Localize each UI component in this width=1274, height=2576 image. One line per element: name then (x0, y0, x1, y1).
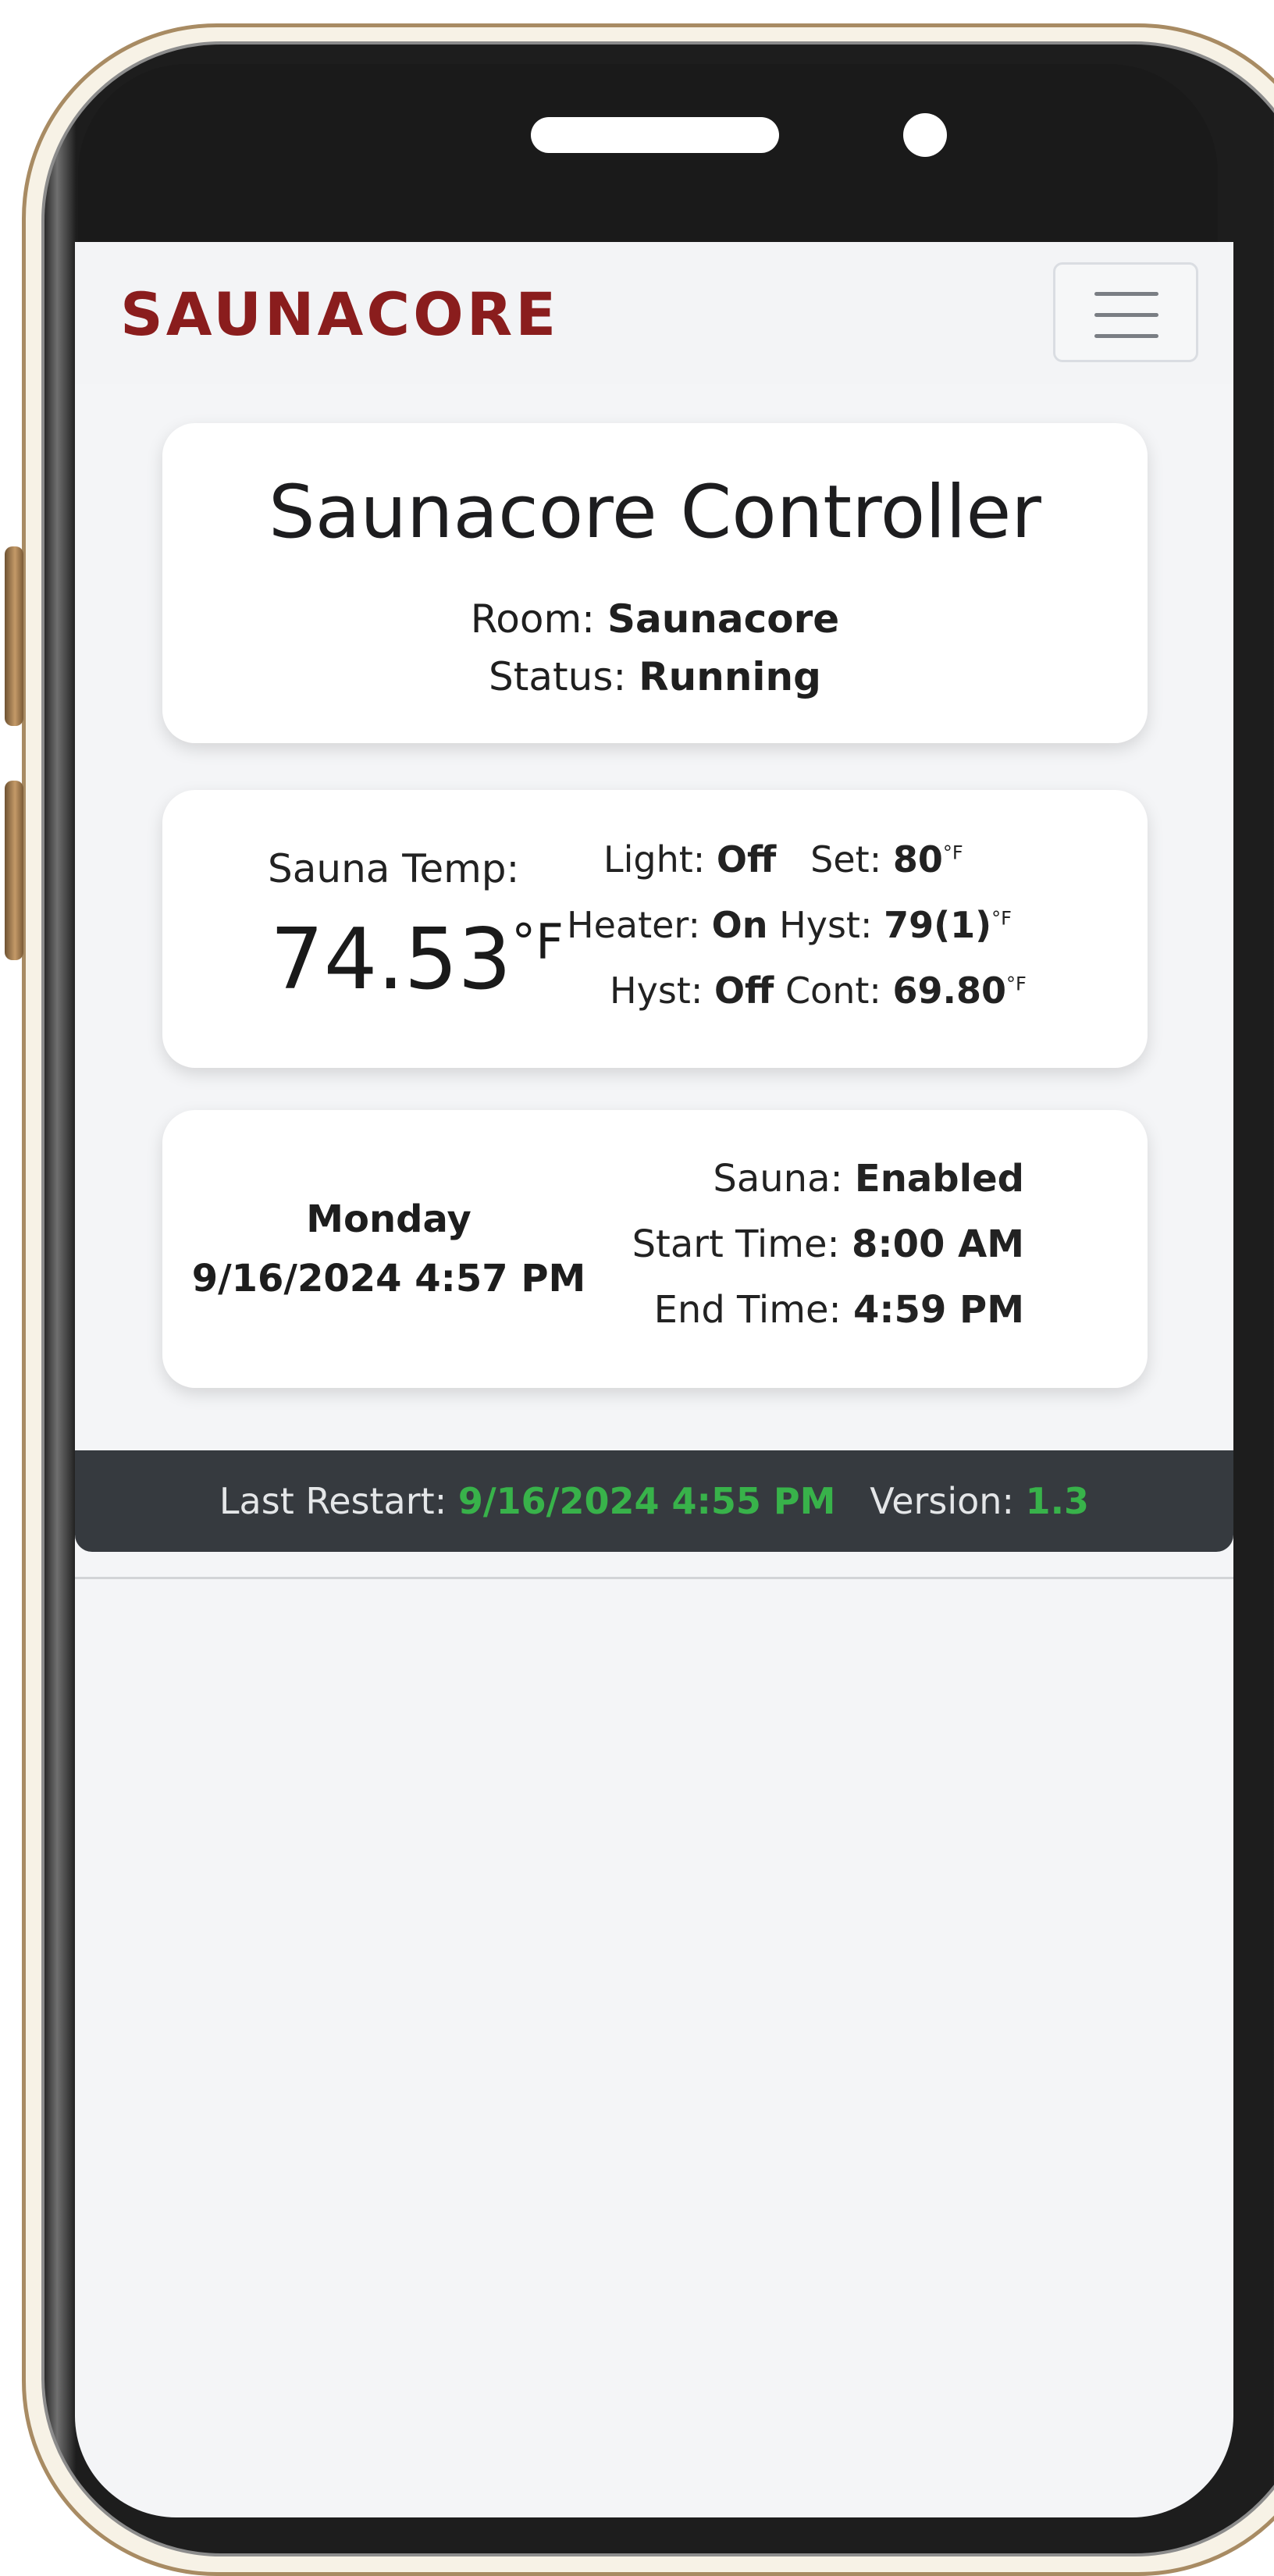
heater-value: On (711, 904, 768, 946)
phone-bezel (78, 64, 1218, 244)
end-time-row: End Time: 4:59 PM (654, 1288, 1024, 1332)
set-label: Set: (810, 838, 882, 881)
light-set-row: Light: Off Set: 80°F (603, 838, 963, 881)
cont-label: Cont: (785, 970, 881, 1012)
status-label: Status: (489, 654, 627, 699)
start-time-row: Start Time: 8:00 AM (632, 1222, 1024, 1266)
status-value: Running (639, 654, 821, 699)
hyst-label: Hyst: (779, 904, 873, 946)
room-label: Room: (470, 596, 596, 642)
heater-hyst-row: Heater: On Hyst: 79(1)°F (567, 904, 1012, 946)
divider (75, 1577, 1233, 1579)
hyst-state-label: Hyst: (610, 970, 703, 1012)
hyst-unit: °F (991, 907, 1012, 930)
hamburger-menu-button[interactable] (1053, 262, 1198, 362)
status-line: Status: Running (162, 654, 1148, 699)
start-time-label: Start Time: (632, 1222, 840, 1266)
end-time-value: 4:59 PM (852, 1288, 1024, 1332)
schedule-card: Monday 9/16/2024 4:57 PM Sauna: Enabled … (162, 1110, 1148, 1388)
start-time-value: 8:00 AM (851, 1222, 1024, 1266)
room-line: Room: Saunacore (162, 596, 1148, 642)
end-time-label: End Time: (653, 1288, 842, 1332)
hamburger-menu-icon (1094, 334, 1158, 338)
hyst-value: 79(1) (884, 904, 992, 946)
set-unit: °F (942, 841, 963, 864)
current-datetime: 9/16/2024 4:57 PM (191, 1257, 586, 1300)
version-label: Version: (870, 1480, 1014, 1522)
cont-unit: °F (1006, 973, 1027, 995)
hyst-cont-row: Hyst: Off Cont: 69.80°F (610, 970, 1027, 1012)
footer-text: Last Restart: 9/16/2024 4:55 PM Version:… (75, 1480, 1233, 1522)
sauna-temp-label: Sauna Temp: (268, 846, 520, 891)
sauna-temp-number: 74.53 (270, 911, 512, 1009)
cont-value: 69.80 (892, 970, 1007, 1012)
light-value: Off (716, 838, 777, 881)
readings-card: Sauna Temp: 74.53°F Light: Off Set: 80°F… (162, 790, 1148, 1068)
current-day: Monday (306, 1197, 472, 1241)
speaker-grille (531, 117, 779, 153)
hamburger-menu-icon (1094, 292, 1158, 296)
volume-down-button (5, 781, 23, 960)
navbar: SAUNACORE (75, 242, 1233, 384)
saunacore-logo[interactable]: SAUNACORE (120, 279, 559, 349)
sauna-enabled-row: Sauna: Enabled (713, 1157, 1024, 1201)
sauna-value: Enabled (854, 1157, 1024, 1201)
hamburger-menu-icon (1094, 313, 1158, 317)
volume-up-button (5, 546, 23, 726)
front-camera (903, 113, 947, 157)
set-value: 80 (892, 838, 943, 881)
light-label: Light: (603, 838, 706, 881)
last-restart-value: 9/16/2024 4:55 PM (457, 1480, 836, 1522)
temp-unit: °F (511, 913, 564, 970)
sauna-label: Sauna: (713, 1157, 843, 1201)
room-value: Saunacore (607, 596, 840, 642)
controller-card: Saunacore Controller Room: Saunacore Sta… (162, 423, 1148, 743)
last-restart-label: Last Restart: (219, 1480, 447, 1522)
version-value: 1.3 (1025, 1480, 1090, 1522)
sauna-temp-value: 74.53°F (270, 911, 564, 1009)
heater-label: Heater: (567, 904, 701, 946)
footer-bar: Last Restart: 9/16/2024 4:55 PM Version:… (75, 1450, 1233, 1552)
hyst-state-value: Off (714, 970, 774, 1012)
page-title: Saunacore Controller (269, 470, 1041, 555)
app-screen: SAUNACORE Saunacore Controller Room: Sau… (75, 242, 1233, 2517)
